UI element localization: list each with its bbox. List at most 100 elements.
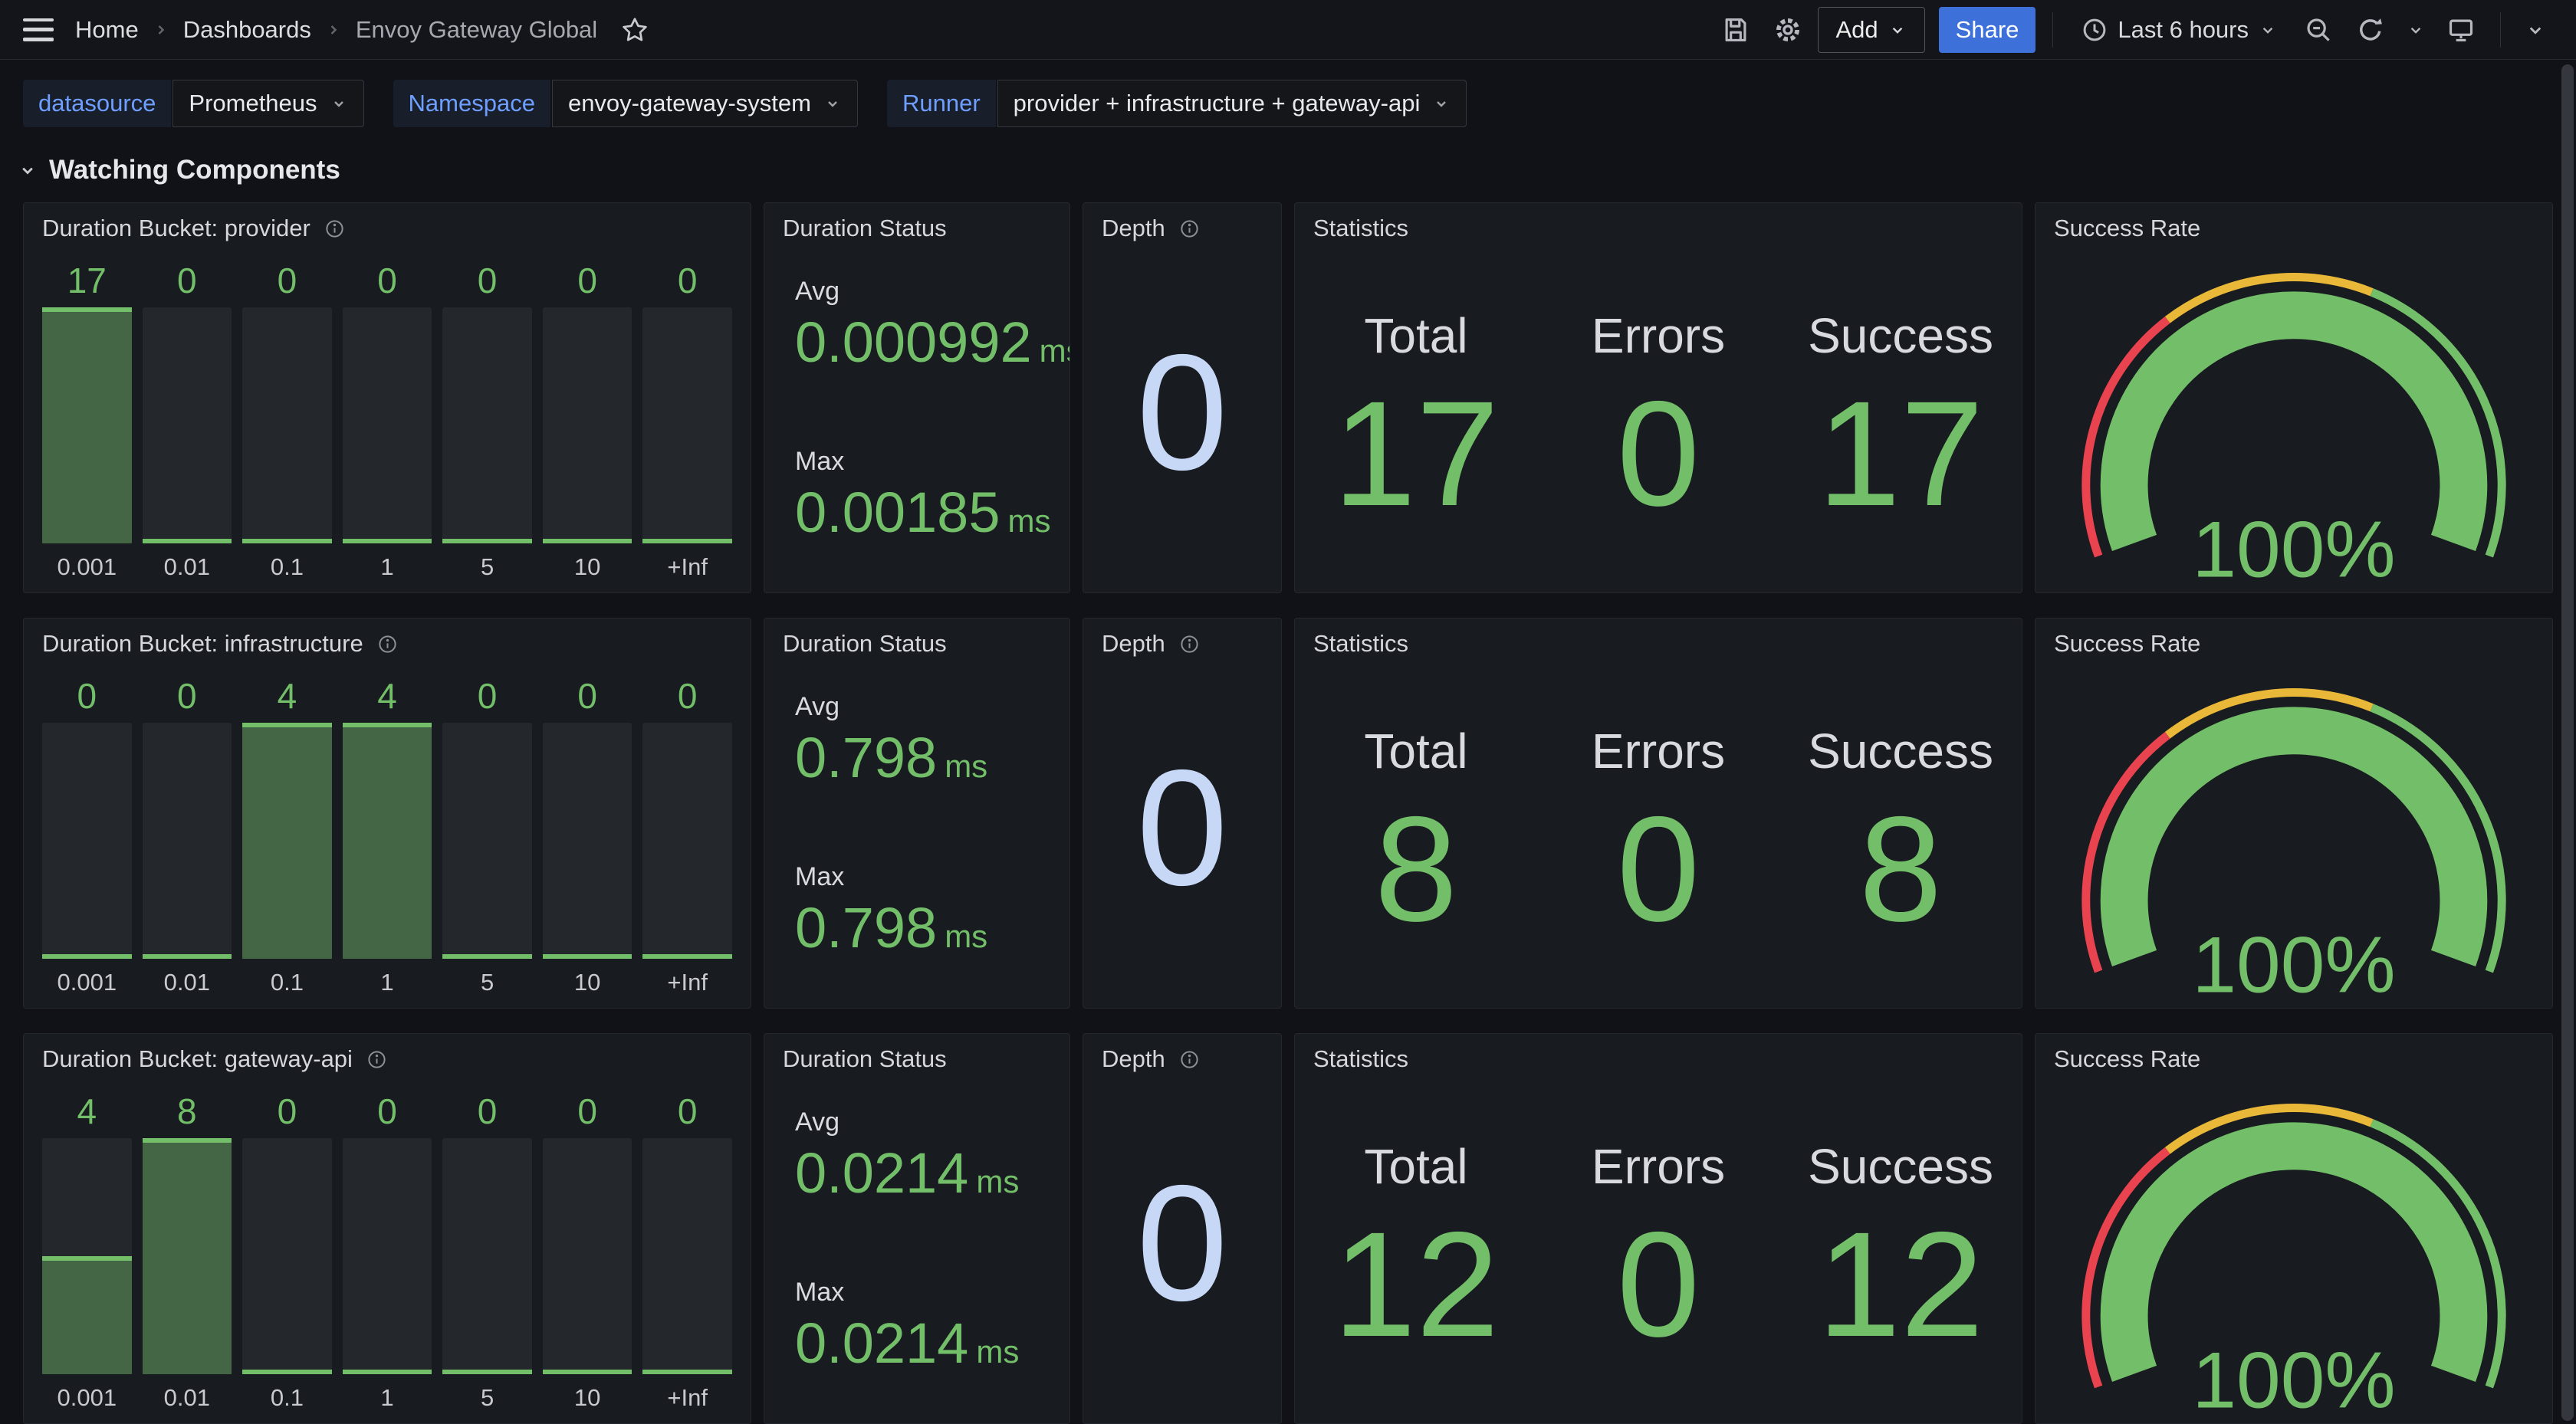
page-scrollbar[interactable] (2561, 64, 2574, 1421)
avg-unit: ms (945, 748, 987, 784)
refresh-icon[interactable] (2348, 8, 2393, 52)
stat-heading: Errors (1592, 723, 1725, 779)
statistics-body: Total12Errors0Success12 (1295, 1072, 2022, 1423)
bar-value-label: 0 (343, 1091, 432, 1132)
bar-fill (442, 954, 532, 959)
bucket-bar: 01 (343, 260, 432, 582)
max-label: Max (795, 862, 1051, 892)
panel-title[interactable]: Success Rate (2054, 630, 2200, 658)
panel-title[interactable]: Depth (1102, 215, 1165, 242)
bar-fill (642, 954, 732, 959)
filter-namespace: Namespace envoy-gateway-system (393, 80, 858, 127)
gauge-value-text: 100% (2192, 920, 2395, 1003)
bar-track (343, 307, 432, 543)
bar-fill (143, 539, 232, 543)
bar-x-label: 0.001 (42, 959, 132, 997)
stat-column: Errors0 (1537, 723, 1779, 1008)
bucket-bar: 00.01 (143, 260, 232, 582)
bar-value-label: 0 (543, 1091, 632, 1132)
panel-duration-status: Duration Status Avg 0.798ms Max 0.798ms (764, 618, 1070, 1009)
chevron-down-icon (1888, 20, 1907, 40)
info-icon[interactable] (1179, 1049, 1200, 1070)
favorite-star-icon[interactable] (613, 8, 657, 52)
bar-value-label: 0 (442, 675, 532, 717)
scrollbar-thumb[interactable] (2561, 64, 2574, 1421)
runner-dropdown[interactable]: provider + infrastructure + gateway-api (997, 80, 1467, 127)
bucket-bar: 0+Inf (642, 675, 732, 997)
panel-success-rate: Success Rate 100% (2035, 202, 2553, 593)
filter-label: Runner (887, 80, 996, 127)
add-button[interactable]: Add (1818, 7, 1924, 53)
bucket-bar: 010 (543, 260, 632, 582)
breadcrumb-dashboards[interactable]: Dashboards (183, 16, 311, 44)
info-icon[interactable] (1179, 634, 1200, 655)
panel-title[interactable]: Duration Status (783, 1045, 947, 1073)
datasource-dropdown[interactable]: Prometheus (172, 80, 363, 127)
panel-statistics: Statistics Total8Errors0Success8 (1294, 618, 2022, 1009)
stat-column: Total12 (1295, 1138, 1537, 1423)
info-icon[interactable] (377, 634, 398, 655)
breadcrumb-home[interactable]: Home (75, 16, 139, 44)
time-range-picker[interactable]: Last 6 hours (2070, 7, 2288, 53)
bar-x-label: 10 (543, 1374, 632, 1413)
panel-title[interactable]: Duration Bucket: provider (42, 215, 310, 242)
bar-x-label: 1 (343, 959, 432, 997)
bar-fill (242, 539, 332, 543)
panel-title[interactable]: Statistics (1313, 630, 1408, 658)
bar-track (242, 1138, 332, 1374)
stat-value: 8 (1375, 795, 1457, 944)
panel-title[interactable]: Duration Status (783, 630, 947, 658)
bar-x-label: 0.001 (42, 543, 132, 582)
statistics-body: Total8Errors0Success8 (1295, 657, 2022, 1008)
panel-title[interactable]: Statistics (1313, 1045, 1408, 1073)
zoom-out-time-icon[interactable] (2296, 8, 2341, 52)
max-value: 0.0214ms (795, 1312, 1051, 1374)
panel-title[interactable]: Duration Bucket: gateway-api (42, 1045, 353, 1073)
chevron-down-icon (1432, 94, 1451, 113)
bar-value-label: 0 (143, 675, 232, 717)
namespace-dropdown[interactable]: envoy-gateway-system (552, 80, 858, 127)
avg-value: 0.798ms (795, 727, 1051, 789)
row-watching-components[interactable]: Watching Components (0, 139, 2576, 196)
stat-value: 12 (1818, 1210, 1984, 1360)
share-button[interactable]: Share (1939, 7, 2036, 53)
stat-heading: Success (1808, 723, 1993, 779)
duration-status-body: Avg 0.000992ms Max 0.00185ms (764, 241, 1070, 544)
panel-title[interactable]: Statistics (1313, 215, 1408, 242)
bar-track (543, 723, 632, 959)
info-icon[interactable] (1179, 218, 1200, 239)
dashboard-grid: Duration Bucket: provider 170.00100.0100… (0, 196, 2576, 1424)
stat-heading: Success (1808, 307, 1993, 364)
panel-title[interactable]: Success Rate (2054, 215, 2200, 242)
panel-title[interactable]: Depth (1102, 1045, 1165, 1073)
kiosk-mode-icon[interactable] (2439, 8, 2483, 52)
panel-title[interactable]: Duration Status (783, 215, 947, 242)
bar-value-label: 0 (642, 675, 732, 717)
panel-title[interactable]: Depth (1102, 630, 1165, 658)
max-unit: ms (976, 1334, 1019, 1370)
refresh-interval-chevron-icon[interactable] (2400, 8, 2431, 52)
depth-value: 0 (1136, 745, 1228, 920)
panel-depth: Depth 0 (1083, 1033, 1282, 1424)
stat-column: Errors0 (1537, 1138, 1779, 1423)
bar-value-label: 0 (543, 260, 632, 301)
save-dashboard-icon[interactable] (1714, 8, 1758, 52)
collapse-topbar-chevron-icon[interactable] (2518, 8, 2553, 52)
avg-unit: ms (976, 1163, 1019, 1199)
menu-icon[interactable] (23, 18, 54, 41)
chevron-down-icon (17, 159, 38, 181)
bar-value-label: 17 (42, 260, 132, 301)
bucket-bar-chart: 00.00100.0140.141050100+Inf (42, 675, 732, 997)
info-icon[interactable] (366, 1049, 387, 1070)
settings-gear-icon[interactable] (1766, 8, 1810, 52)
depth-value: 0 (1136, 1160, 1228, 1336)
bar-track (642, 723, 732, 959)
chevron-down-icon (823, 94, 842, 113)
stat-value: 12 (1333, 1210, 1500, 1360)
bar-fill (442, 1370, 532, 1374)
bucket-bar: 17 0.001 (42, 260, 132, 582)
info-icon[interactable] (324, 218, 345, 239)
panel-title[interactable]: Success Rate (2054, 1045, 2200, 1073)
gauge-value-text: 100% (2192, 1335, 2395, 1419)
panel-title[interactable]: Duration Bucket: infrastructure (42, 630, 363, 658)
